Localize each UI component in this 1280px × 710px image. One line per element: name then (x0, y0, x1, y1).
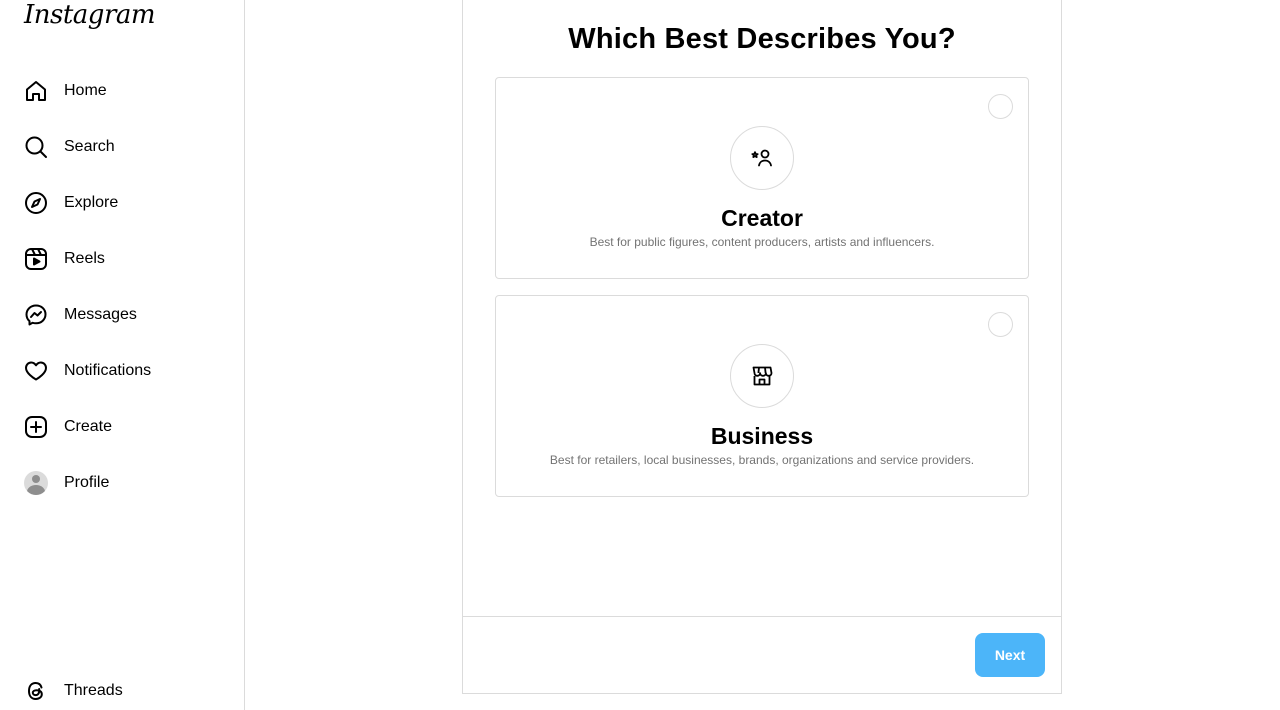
messenger-icon (24, 303, 48, 327)
threads-icon (24, 679, 48, 703)
panel-footer: Next (463, 616, 1061, 694)
sidebar-item-search[interactable]: Search (12, 119, 232, 175)
sidebar-item-messages[interactable]: Messages (12, 287, 232, 343)
sidebar-item-label: Home (64, 82, 107, 99)
sidebar-item-explore[interactable]: Explore (12, 175, 232, 231)
plus-square-icon (24, 415, 48, 439)
sidebar-item-label: Explore (64, 194, 119, 211)
compass-icon (24, 191, 48, 215)
sidebar-item-label: Reels (64, 250, 105, 267)
option-card-creator[interactable]: Creator Best for public figures, content… (495, 77, 1029, 279)
sidebar-item-label: Create (64, 418, 113, 435)
option-card-business[interactable]: Business Best for retailers, local busin… (495, 295, 1029, 497)
sidebar-item-label: Messages (64, 306, 137, 323)
instagram-logo[interactable]: Instagram (24, 0, 156, 30)
reels-icon (24, 247, 48, 271)
sidebar-item-label: Profile (64, 474, 110, 491)
business-title: Business (710, 423, 814, 449)
page-title: Which Best Describes You? (568, 23, 956, 55)
sidebar-bottom: Threads (12, 663, 232, 710)
storefront-icon (730, 344, 794, 408)
creator-radio[interactable] (988, 94, 1013, 119)
business-description: Best for retailers, local businesses, br… (549, 453, 975, 467)
account-type-panel: Which Best Describes You? Creator Best f… (462, 0, 1062, 694)
sidebar: Instagram Home Search Explore Reels Mess… (0, 0, 245, 710)
search-icon (24, 135, 48, 159)
sidebar-item-profile[interactable]: Profile (12, 455, 232, 511)
sidebar-item-create[interactable]: Create (12, 399, 232, 455)
creator-description: Best for public figures, content produce… (589, 235, 935, 249)
heart-icon (24, 359, 48, 383)
creator-title: Creator (721, 205, 803, 231)
sidebar-item-notifications[interactable]: Notifications (12, 343, 232, 399)
sidebar-item-threads[interactable]: Threads (12, 663, 232, 710)
home-icon (24, 79, 48, 103)
sidebar-nav: Home Search Explore Reels Messages Notif… (12, 63, 232, 511)
sidebar-item-reels[interactable]: Reels (12, 231, 232, 287)
avatar-placeholder-icon (24, 471, 48, 495)
sidebar-item-label: Search (64, 138, 115, 155)
sidebar-item-label: Notifications (64, 362, 152, 379)
avatar (24, 471, 48, 495)
sidebar-item-home[interactable]: Home (12, 63, 232, 119)
creator-icon (730, 126, 794, 190)
sidebar-item-label: Threads (64, 682, 123, 699)
next-button[interactable]: Next (975, 633, 1045, 677)
business-radio[interactable] (988, 312, 1013, 337)
